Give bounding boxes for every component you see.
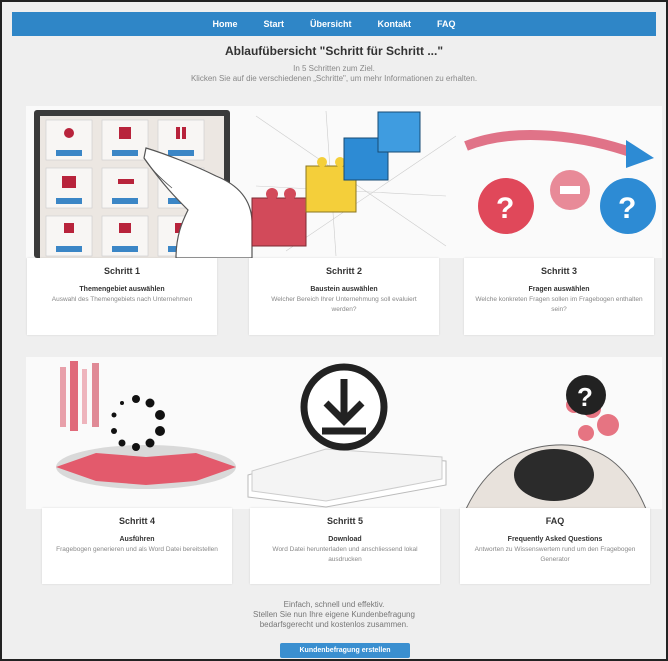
nav-uebersicht[interactable]: Übersicht (310, 19, 352, 29)
create-survey-button[interactable]: Kundenbefragung erstellen (280, 643, 410, 658)
faq-card[interactable]: FAQ Frequently Asked Questions Antworten… (460, 508, 650, 584)
step-text: Antworten zu Wissenswertem rund um den F… (474, 546, 636, 563)
step-title: Schritt 2 (325, 266, 362, 276)
svg-text:?: ? (577, 382, 593, 412)
page-subtitle: In 5 Schritten zum Ziel. Klicken Sie auf… (2, 64, 666, 84)
step-card-5[interactable]: Schritt 5 Download Word Datei herunterla… (250, 508, 440, 584)
step-heading: Frequently Asked Questions (507, 536, 603, 543)
step-heading: Fragen auswählen (528, 286, 590, 293)
closing-line-1: Einfach, schnell und effektiv. (283, 600, 385, 609)
step-card-2[interactable]: Schritt 2 Baustein auswählen Welcher Ber… (249, 258, 439, 335)
closing-line-3: bedarfsgerecht und kostenlos zusammen. (259, 620, 409, 629)
subtitle-line-1: In 5 Schritten zum Ziel. (293, 64, 375, 73)
step-heading: Download (328, 536, 362, 543)
nav-faq[interactable]: FAQ (437, 19, 456, 29)
step-text: Word Datei herunterladen und anschliesse… (272, 546, 418, 563)
download-illustration[interactable] (247, 363, 447, 508)
top-navbar: Home Start Übersicht Kontakt FAQ (12, 12, 656, 36)
page-frame: Home Start Übersicht Kontakt FAQ Ablaufü… (0, 0, 668, 661)
step-heading: Themengebiet auswählen (79, 286, 165, 293)
step-title: Schritt 5 (326, 516, 363, 526)
page-title: Ablaufübersicht "Schritt für Schritt ...… (224, 44, 444, 58)
step-title: FAQ (545, 516, 565, 526)
questions-illustration[interactable]: ? ? (464, 130, 656, 234)
step-card-1[interactable]: Schritt 1 Themengebiet auswählen Auswahl… (27, 258, 217, 335)
faq-illustration[interactable]: ? (465, 375, 647, 509)
step-card-3[interactable]: Schritt 3 Fragen auswählen Welche konkre… (464, 258, 654, 335)
tablet-illustration[interactable] (34, 110, 253, 258)
step-heading: Ausführen (119, 536, 155, 543)
step-title: Schritt 3 (540, 266, 577, 276)
closing-line-2: Stellen Sie nun Ihre eigene Kundenbefrag… (253, 610, 415, 619)
svg-text:?: ? (618, 192, 636, 225)
step-heading: Baustein auswählen (310, 286, 378, 293)
step-text: Welcher Bereich Ihrer Unternehmung soll … (271, 296, 417, 313)
nav-kontakt[interactable]: Kontakt (378, 19, 412, 29)
nav-start[interactable]: Start (263, 19, 284, 29)
nav-home[interactable]: Home (212, 19, 237, 29)
step-text: Auswahl des Themengebiets nach Unternehm… (51, 296, 193, 303)
step-text: Fragebogen generieren und als Word Datei… (56, 546, 218, 553)
step-text: Welche konkreten Fragen sollen im Frageb… (475, 296, 643, 313)
building-blocks-illustration[interactable] (251, 110, 457, 257)
step-title: Schritt 1 (103, 266, 140, 276)
svg-text:?: ? (496, 192, 514, 225)
step-title: Schritt 4 (118, 516, 155, 526)
closing-text: Einfach, schnell und effektiv. Stellen S… (2, 600, 666, 630)
execute-illustration[interactable] (56, 361, 236, 489)
steps-banner-bottom: ? (26, 357, 662, 509)
subtitle-line-2: Klicken Sie auf die verschiedenen „Schri… (190, 74, 478, 83)
steps-banner-top: ? ? (26, 106, 662, 258)
step-card-4[interactable]: Schritt 4 Ausführen Fragebogen generiere… (42, 508, 232, 584)
